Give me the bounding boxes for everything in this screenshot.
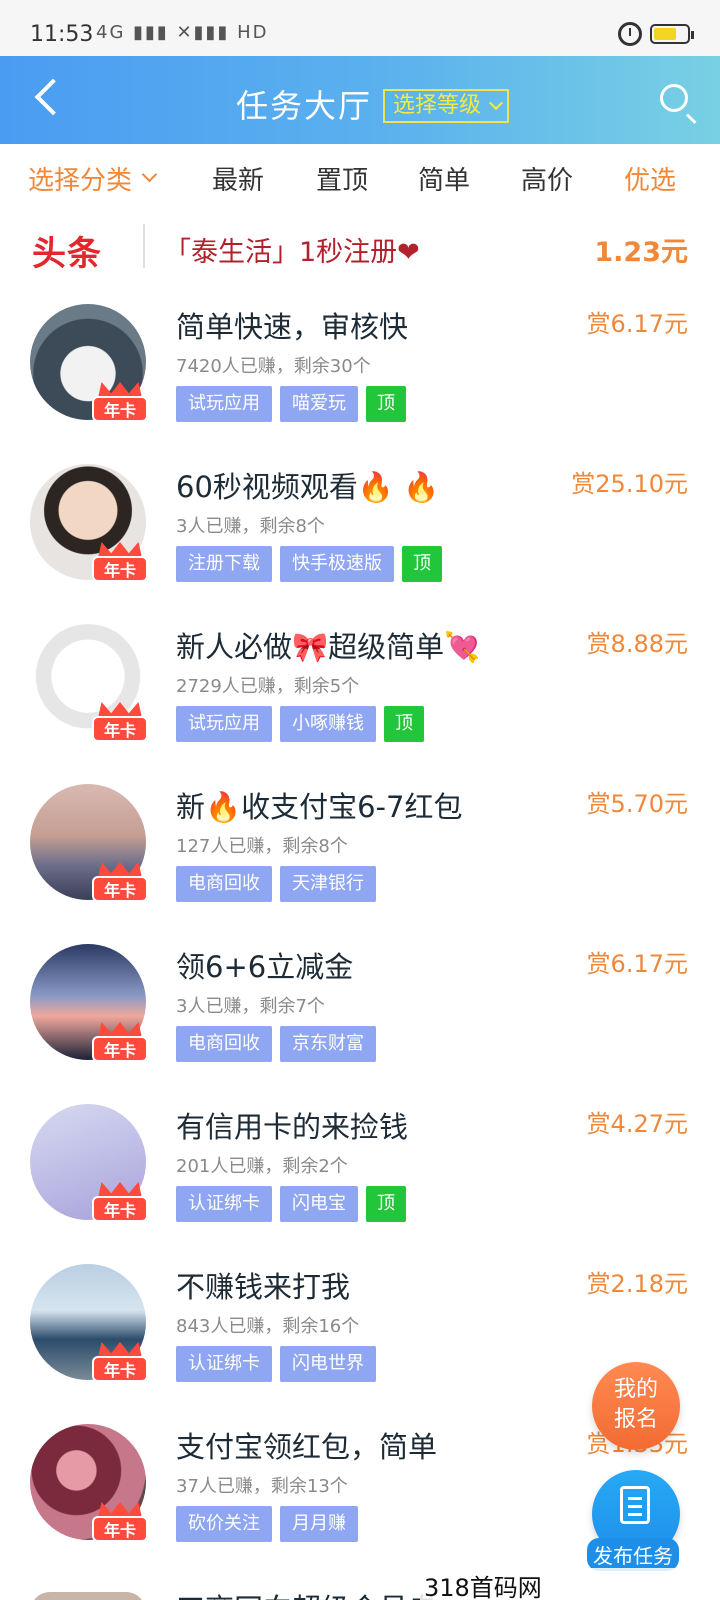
pinned-badge: 顶 xyxy=(402,546,442,582)
level-select-label: 选择等级 xyxy=(393,93,482,118)
crown-badge: 年卡 xyxy=(92,702,148,744)
headline-amount: 1.23元 xyxy=(594,237,688,268)
crown-badge: 年卡 xyxy=(92,1022,148,1064)
task-meta: 201人已赚，剩余2个 xyxy=(176,1156,348,1177)
task-tag: 天津银行 xyxy=(280,866,376,902)
alarm-icon xyxy=(618,22,642,46)
headline-text: 「泰生活」1秒注册❤ xyxy=(164,237,420,268)
task-tag: 京东财富 xyxy=(280,1026,376,1062)
task-title: 支付宝领红包，简单 xyxy=(176,1430,438,1464)
task-tag: 试玩应用 xyxy=(176,386,272,422)
status-time: 11:53 xyxy=(30,22,94,47)
task-tags: 注册下载 快手极速版 顶 xyxy=(176,546,442,582)
task-title: 60秒视频观看🔥 🔥 xyxy=(176,470,440,504)
app-header: 任务大厅 选择等级 xyxy=(0,56,720,144)
back-chevron-icon[interactable] xyxy=(34,78,72,116)
task-title: 新🔥收支付宝6-7红包 xyxy=(176,790,463,824)
tab-preferred[interactable]: 优选 xyxy=(624,160,676,197)
pinned-badge: 顶 xyxy=(366,386,406,422)
task-row[interactable]: 年卡 60秒视频观看🔥 🔥 3人已赚，剩余8个 赏25.10元 注册下载 快手极… xyxy=(0,450,720,610)
task-row[interactable]: 年卡 领6+6立减金 3人已赚，剩余7个 赏6.17元 电商回收 京东财富 xyxy=(0,930,720,1090)
task-title: 领6+6立减金 xyxy=(176,950,354,984)
my-signup-button[interactable]: 我的 报名 xyxy=(592,1362,680,1450)
task-tags: 认证绑卡 闪电世界 xyxy=(176,1346,376,1382)
task-tag: 小啄赚钱 xyxy=(280,706,376,742)
chevron-down-icon xyxy=(141,166,158,183)
status-bar: 11:53 4G ▮▮▮ ✕▮▮▮ HD xyxy=(0,0,720,56)
crown-badge: 年卡 xyxy=(92,382,148,424)
task-tag: 注册下载 xyxy=(176,546,272,582)
my-signup-label-line2: 报名 xyxy=(613,1407,658,1432)
divider xyxy=(143,224,145,268)
task-reward: 赏6.17元 xyxy=(586,310,688,338)
tab-pinned[interactable]: 置顶 xyxy=(316,160,368,197)
tab-latest[interactable]: 最新 xyxy=(212,160,264,197)
task-meta: 3人已赚，剩余8个 xyxy=(176,516,325,537)
task-row[interactable]: 年卡 新人必做🎀超级简单💘 2729人已赚，剩余5个 赏8.88元 试玩应用 小… xyxy=(0,610,720,770)
tab-simple[interactable]: 简单 xyxy=(418,160,470,197)
task-tag: 闪电宝 xyxy=(280,1186,358,1222)
page-title: 任务大厅 xyxy=(236,87,373,125)
avatar xyxy=(30,1592,146,1600)
task-reward: 赏25.10元 xyxy=(571,470,688,498)
task-title: 简单快速，审核快 xyxy=(176,310,409,344)
task-tag: 电商回收 xyxy=(176,866,272,902)
task-reward: 赏8.88元 xyxy=(586,630,688,658)
chevron-down-icon xyxy=(488,95,504,111)
task-reward: 赏5.70元 xyxy=(586,790,688,818)
watermark: 318首码网 www.E318.com xyxy=(420,1568,720,1600)
pinned-badge: 顶 xyxy=(384,706,424,742)
headline-badge: 头条 xyxy=(32,234,102,274)
task-tag: 电商回收 xyxy=(176,1026,272,1062)
task-title[interactable]: 工商网向超级会员自 xyxy=(176,1586,437,1600)
task-tags: 认证绑卡 闪电宝 顶 xyxy=(176,1186,406,1222)
task-title: 新人必做🎀超级简单💘 xyxy=(176,630,481,664)
task-reward: 赏2.18元 xyxy=(586,1270,688,1298)
document-edit-icon xyxy=(620,1486,650,1524)
task-tag: 快手极速版 xyxy=(280,546,394,582)
task-row[interactable]: 年卡 简单快速，审核快 7420人已赚，剩余30个 赏6.17元 试玩应用 喵爱… xyxy=(0,290,720,450)
task-title: 不赚钱来打我 xyxy=(176,1270,351,1304)
tab-category-label: 选择分类 xyxy=(28,166,133,196)
publish-task-label[interactable]: 发布任务 xyxy=(587,1538,679,1571)
task-tags: 电商回收 天津银行 xyxy=(176,866,376,902)
headline-banner[interactable]: 头条 「泰生活」1秒注册❤ 1.23元 xyxy=(0,220,720,276)
task-tag: 月月赚 xyxy=(280,1506,358,1542)
task-tag: 认证绑卡 xyxy=(176,1346,272,1382)
task-tags: 砍价关注 月月赚 xyxy=(176,1506,358,1542)
task-meta: 2729人已赚，剩余5个 xyxy=(176,676,360,697)
task-tag: 闪电世界 xyxy=(280,1346,376,1382)
task-tag: 喵爱玩 xyxy=(280,386,358,422)
task-tag: 认证绑卡 xyxy=(176,1186,272,1222)
crown-badge: 年卡 xyxy=(92,1502,148,1544)
task-meta: 7420人已赚，剩余30个 xyxy=(176,356,371,377)
task-row[interactable]: 年卡 新🔥收支付宝6-7红包 127人已赚，剩余8个 赏5.70元 电商回收 天… xyxy=(0,770,720,930)
task-meta: 3人已赚，剩余7个 xyxy=(176,996,325,1017)
network-indicator: 4G ▮▮▮ ✕▮▮▮ HD xyxy=(96,22,269,43)
search-icon[interactable] xyxy=(660,84,688,112)
crown-badge: 年卡 xyxy=(92,862,148,904)
my-signup-label-line1: 我的 xyxy=(613,1377,658,1402)
task-tag: 砍价关注 xyxy=(176,1506,272,1542)
task-reward: 赏4.27元 xyxy=(586,1110,688,1138)
level-select[interactable]: 选择等级 xyxy=(383,89,510,123)
task-tags: 试玩应用 喵爱玩 顶 xyxy=(176,386,406,422)
pinned-badge: 顶 xyxy=(366,1186,406,1222)
task-row[interactable]: 年卡 有信用卡的来捡钱 201人已赚，剩余2个 赏4.27元 认证绑卡 闪电宝 … xyxy=(0,1090,720,1250)
task-meta: 37人已赚，剩余13个 xyxy=(176,1476,348,1497)
crown-badge: 年卡 xyxy=(92,1342,148,1384)
crown-badge: 年卡 xyxy=(92,542,148,584)
task-title: 有信用卡的来捡钱 xyxy=(176,1110,409,1144)
task-tag: 试玩应用 xyxy=(176,706,272,742)
filter-tabs: 选择分类 最新 置顶 简单 高价 优选 xyxy=(0,144,720,212)
battery-icon xyxy=(650,24,694,44)
task-meta: 127人已赚，剩余8个 xyxy=(176,836,348,857)
task-tags: 电商回收 京东财富 xyxy=(176,1026,376,1062)
task-meta: 843人已赚，剩余16个 xyxy=(176,1316,360,1337)
task-tags: 试玩应用 小啄赚钱 顶 xyxy=(176,706,424,742)
tab-category[interactable]: 选择分类 xyxy=(28,160,158,197)
crown-badge: 年卡 xyxy=(92,1182,148,1224)
task-reward: 赏6.17元 xyxy=(586,950,688,978)
tab-high-price[interactable]: 高价 xyxy=(521,160,573,197)
